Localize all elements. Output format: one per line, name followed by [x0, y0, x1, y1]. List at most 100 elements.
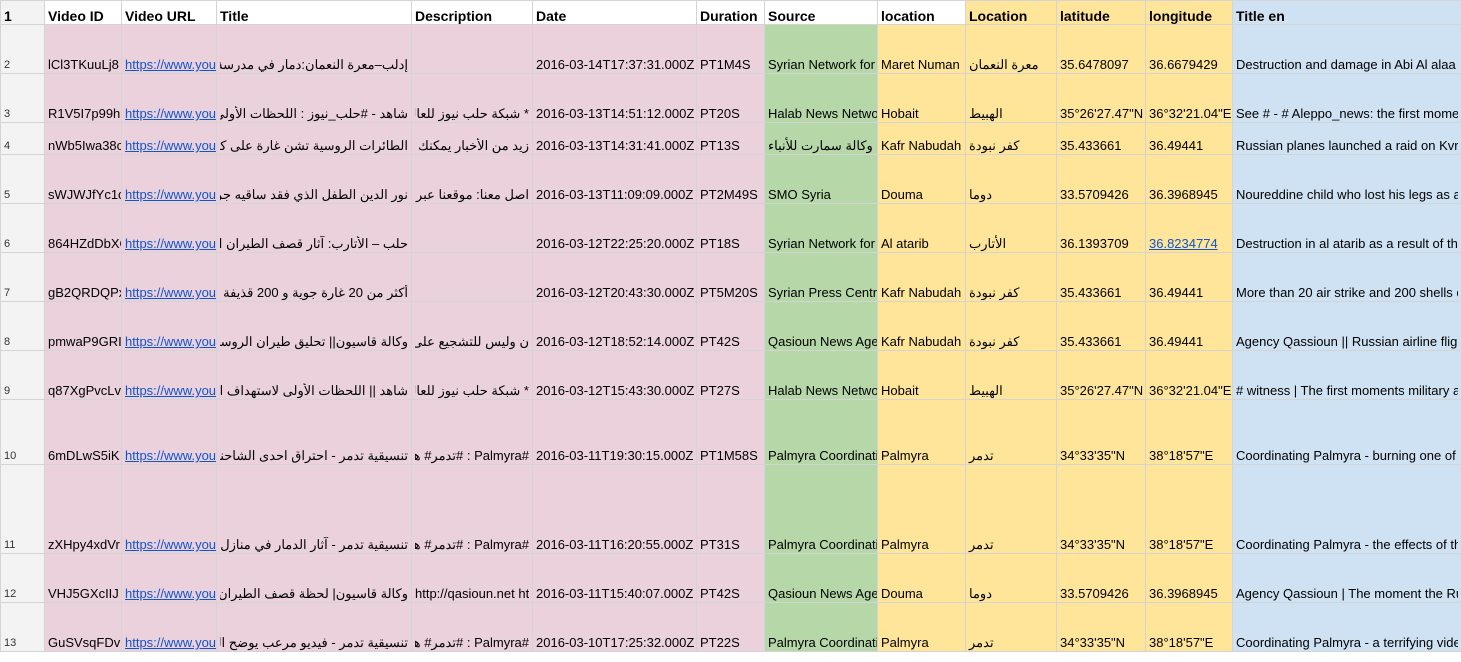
video-url-cell[interactable]: https://www.youtube.com — [121, 399, 217, 465]
column-header-location-ar[interactable]: Location — [965, 0, 1057, 25]
longitude-cell[interactable]: 36.49441 — [1145, 301, 1233, 351]
date-cell[interactable]: 2016-03-11T15:40:07.000Z — [532, 553, 697, 603]
title-en-cell[interactable]: Noureddine child who lost his legs as a … — [1232, 154, 1461, 204]
source-cell[interactable]: Syrian Network for — [764, 24, 878, 74]
row-number[interactable]: 11 — [0, 464, 45, 554]
date-cell[interactable]: 2016-03-13T11:09:09.000Z — [532, 154, 697, 204]
video-url-link[interactable]: https://www.youtube.com — [125, 138, 216, 153]
video-url-link[interactable]: https://www.youtube.com — [125, 383, 216, 398]
column-header-duration[interactable]: Duration — [696, 0, 765, 25]
title-cell[interactable]: حلب – الأتارب: آثار قصف الطيران الحربي ي… — [216, 203, 412, 253]
video-id-cell[interactable]: sWJWJfYc1c — [44, 154, 122, 204]
video-id-cell[interactable]: 864HZdDbXO — [44, 203, 122, 253]
latitude-cell[interactable]: 36.1393709 — [1056, 203, 1146, 253]
title-cell[interactable]: شاهد - #حلب_نيوز : اللحظات الأولى# لاسته… — [216, 73, 412, 123]
duration-cell[interactable]: PT42S — [696, 301, 765, 351]
title-cell[interactable]: وكالة قاسيون|| تحليق طيران الروسي في سما… — [216, 301, 412, 351]
longitude-cell[interactable]: 36.8234774 — [1145, 203, 1233, 253]
row-number[interactable]: 5 — [0, 154, 45, 204]
longitude-cell[interactable]: 38°18'57"E — [1145, 464, 1233, 554]
longitude-cell[interactable]: 36.49441 — [1145, 122, 1233, 155]
source-cell[interactable]: Palmyra Coordination — [764, 399, 878, 465]
latitude-cell[interactable]: 35°26'27.47"N — [1056, 73, 1146, 123]
video-id-cell[interactable]: nWb5Iwa38cI — [44, 122, 122, 155]
title-en-cell[interactable]: Coordinating Palmyra - a terrifying vide… — [1232, 602, 1461, 652]
description-cell[interactable]: #Palmyra : #تدمر# هام — [411, 602, 533, 652]
title-en-cell[interactable]: Agency Qassioun || Russian airline fligh… — [1232, 301, 1461, 351]
video-id-cell[interactable]: R1V5I7p99hI — [44, 73, 122, 123]
duration-cell[interactable]: PT22S — [696, 602, 765, 652]
longitude-cell[interactable]: 38°18'57"E — [1145, 602, 1233, 652]
title-cell[interactable]: أكثر من 20 غارة جوية و 200 قذيفة على مدي… — [216, 252, 412, 302]
duration-cell[interactable]: PT1M58S — [696, 399, 765, 465]
description-cell[interactable]: #Palmyra : #تدمر# هام — [411, 464, 533, 554]
video-id-cell[interactable]: GuSVsqFDvI — [44, 602, 122, 652]
latitude-cell[interactable]: 35.433661 — [1056, 252, 1146, 302]
column-header-latitude[interactable]: latitude — [1056, 0, 1146, 25]
duration-cell[interactable]: PT18S — [696, 203, 765, 253]
location-ar-cell[interactable]: تدمر — [965, 399, 1057, 465]
title-cell[interactable]: شاهد || اللحظات الأولى لاستهداف الطيران#… — [216, 350, 412, 400]
location-cell[interactable]: Douma — [877, 553, 966, 603]
title-cell[interactable]: تنسيقية تدمر - احتراق احدى الشاحنات المد… — [216, 399, 412, 465]
column-header-location[interactable]: location — [877, 0, 966, 25]
video-url-link[interactable]: https://www.youtube.com — [125, 285, 216, 300]
location-ar-cell[interactable]: كفر نبودة — [965, 252, 1057, 302]
title-cell[interactable]: الطائرات الروسية تشن غارة على كفرنبودة ب… — [216, 122, 412, 155]
title-cell[interactable]: إدلب–معرة النعمان:دمار في مدرسة أبي العل… — [216, 24, 412, 74]
location-cell[interactable]: Palmyra — [877, 602, 966, 652]
video-url-cell[interactable]: https://www.youtube.com — [121, 73, 217, 123]
duration-cell[interactable]: PT42S — [696, 553, 765, 603]
column-header-description[interactable]: Description — [411, 0, 533, 25]
source-cell[interactable]: Palmyra Coordination — [764, 602, 878, 652]
title-en-cell[interactable]: Coordinating Palmyra - burning one of th… — [1232, 399, 1461, 465]
row-number[interactable]: 12 — [0, 553, 45, 603]
description-cell[interactable] — [411, 252, 533, 302]
longitude-cell[interactable]: 36.49441 — [1145, 252, 1233, 302]
latitude-cell[interactable]: 35.433661 — [1056, 122, 1146, 155]
description-cell[interactable]: * شبكة حلب نيوز للعالم — [411, 73, 533, 123]
location-ar-cell[interactable]: دوما — [965, 154, 1057, 204]
description-cell[interactable] — [411, 24, 533, 74]
description-cell[interactable]: #Palmyra : #تدمر# هام — [411, 399, 533, 465]
location-ar-cell[interactable]: معرة النعمان — [965, 24, 1057, 74]
video-url-link[interactable]: https://www.youtube.com — [125, 586, 216, 601]
date-cell[interactable]: 2016-03-13T14:31:41.000Z — [532, 122, 697, 155]
video-url-link[interactable]: https://www.youtube.com — [125, 635, 216, 650]
location-ar-cell[interactable]: الأتارب — [965, 203, 1057, 253]
location-ar-cell[interactable]: كفر نبودة — [965, 122, 1057, 155]
source-cell[interactable]: وكالة سمارت للأنباء - SMART — [764, 122, 878, 155]
column-header-title[interactable]: Title — [216, 0, 412, 25]
video-url-cell[interactable]: https://www.youtube.com — [121, 24, 217, 74]
row-number[interactable]: 4 — [0, 122, 45, 155]
location-ar-cell[interactable]: دوما — [965, 553, 1057, 603]
video-url-cell[interactable]: https://www.youtube.com — [121, 122, 217, 155]
location-cell[interactable]: Maret Numan — [877, 24, 966, 74]
location-cell[interactable]: Palmyra — [877, 399, 966, 465]
video-id-cell[interactable]: lCl3TKuuLj8 — [44, 24, 122, 74]
location-cell[interactable]: Kafr Nabudah — [877, 301, 966, 351]
row-number[interactable]: 8 — [0, 301, 45, 351]
latitude-cell[interactable]: 34°33'35"N — [1056, 464, 1146, 554]
column-header-source[interactable]: Source — [764, 0, 878, 25]
date-cell[interactable]: 2016-03-12T22:25:20.000Z — [532, 203, 697, 253]
title-en-cell[interactable]: See # - # Aleppo_news: the first moments… — [1232, 73, 1461, 123]
description-cell[interactable] — [411, 203, 533, 253]
location-ar-cell[interactable]: تدمر — [965, 602, 1057, 652]
location-cell[interactable]: Palmyra — [877, 464, 966, 554]
video-id-cell[interactable]: pmwaP9GRI — [44, 301, 122, 351]
video-url-cell[interactable]: https://www.youtube.com — [121, 350, 217, 400]
latitude-cell[interactable]: 33.5709426 — [1056, 154, 1146, 204]
longitude-cell[interactable]: 36°32'21.04"E — [1145, 350, 1233, 400]
video-url-cell[interactable]: https://www.youtube.com — [121, 154, 217, 204]
title-en-cell[interactable]: Russian planes launched a raid on Kvrenb… — [1232, 122, 1461, 155]
source-cell[interactable]: SMO Syria — [764, 154, 878, 204]
longitude-cell[interactable]: 36.3968945 — [1145, 553, 1233, 603]
latitude-cell[interactable]: 35.6478097 — [1056, 24, 1146, 74]
location-cell[interactable]: Kafr Nabudah — [877, 252, 966, 302]
title-en-cell[interactable]: Coordinating Palmyra - the effects of th… — [1232, 464, 1461, 554]
description-cell[interactable]: زيد من الأخبار يمكنك زيارة — [411, 122, 533, 155]
duration-cell[interactable]: PT20S — [696, 73, 765, 123]
video-url-link[interactable]: https://www.youtube.com — [125, 334, 216, 349]
row-number[interactable]: 9 — [0, 350, 45, 400]
